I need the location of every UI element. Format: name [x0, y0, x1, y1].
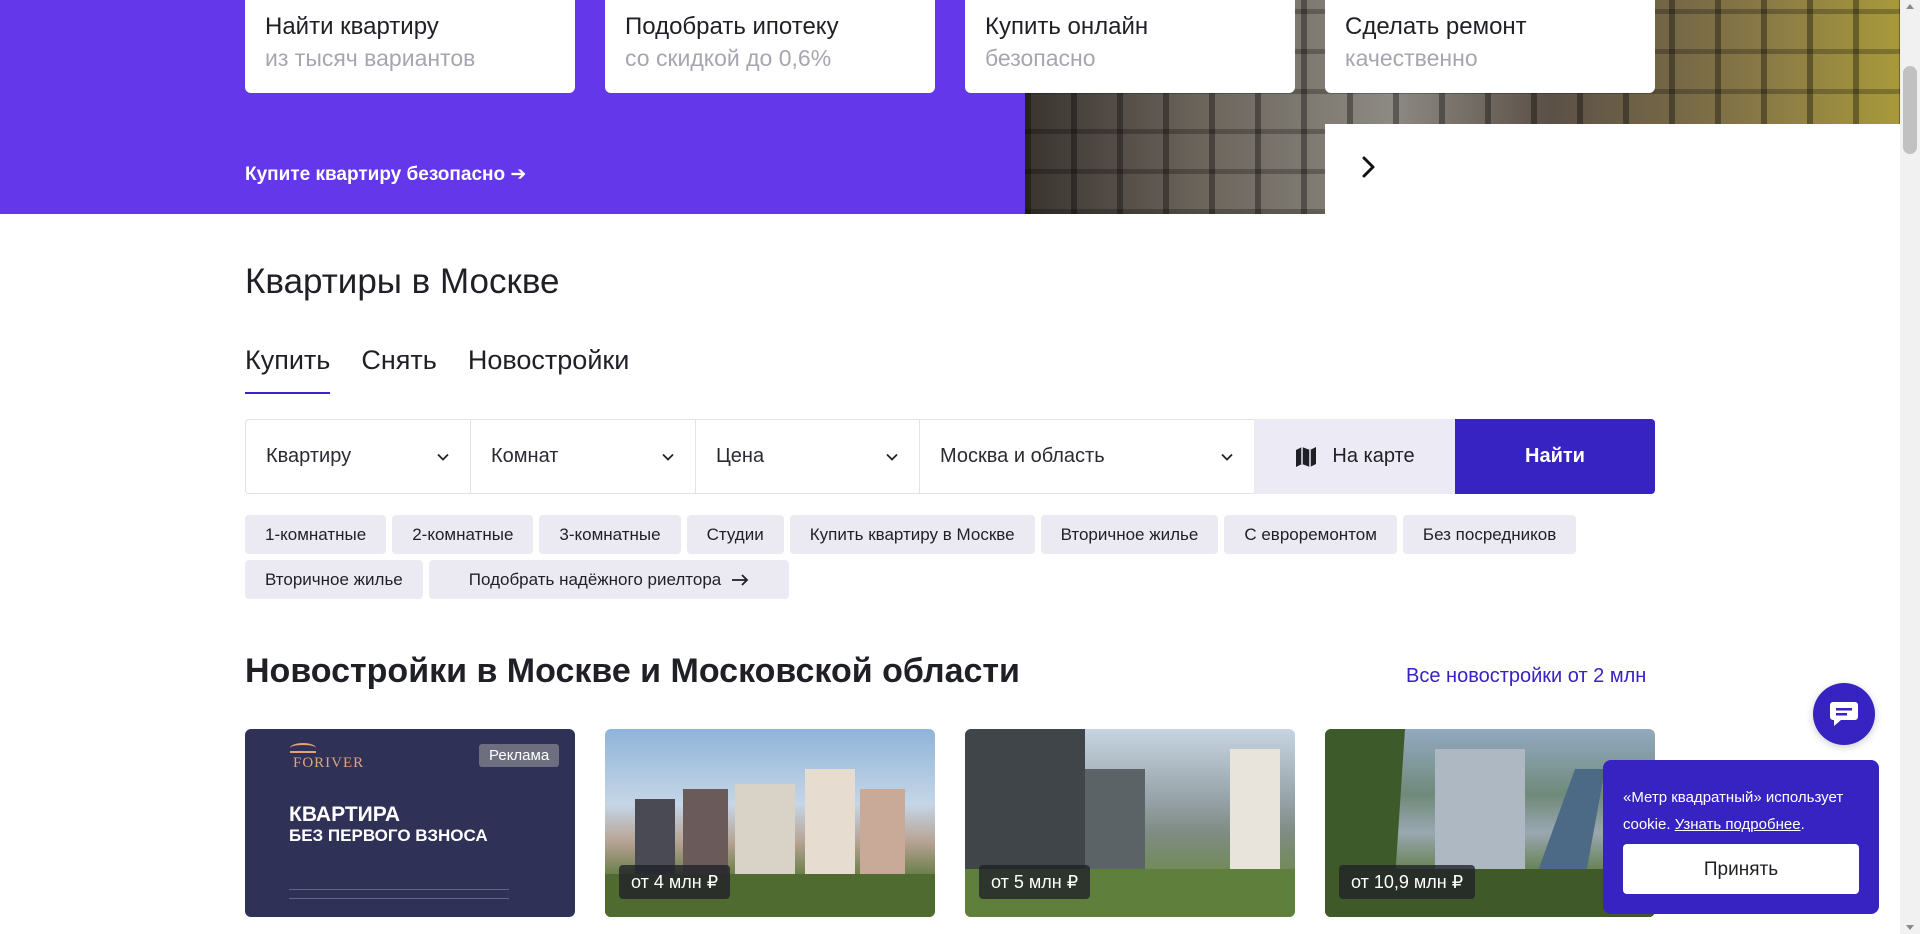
search-bar: Квартиру Комнат Цена Москва и область На…: [245, 419, 1655, 494]
chevron-down-icon: [886, 453, 898, 461]
hero-card-title: Подобрать ипотеку: [625, 13, 839, 40]
buy-safely-link[interactable]: Купите квартиру безопасно ➔: [245, 163, 526, 186]
scroll-down-icon[interactable]: [1906, 925, 1914, 930]
rooms-select[interactable]: Комнат: [470, 419, 695, 494]
hero-card-renovation[interactable]: Сделать ремонт качественно: [1325, 0, 1655, 93]
chip-find-realtor[interactable]: Подобрать надёжного риелтора: [428, 560, 790, 599]
map-icon: [1296, 446, 1317, 467]
hero-card-subtitle: из тысяч вариантов: [265, 45, 476, 71]
chevron-down-icon: [662, 453, 674, 461]
new-buildings-title: Новостройки в Москве и Московской област…: [245, 652, 1020, 690]
region-value: Москва и область: [940, 445, 1105, 467]
property-type-select[interactable]: Квартиру: [245, 419, 470, 494]
complex-card[interactable]: от 4 млн ₽: [605, 729, 935, 917]
hero-card-subtitle: безопасно: [985, 45, 1096, 71]
chip-no-agents[interactable]: Без посредников: [1402, 515, 1577, 554]
foriver-logo: FORIVER: [293, 755, 365, 771]
tab-rent[interactable]: Снять: [361, 345, 436, 394]
chat-icon: [1830, 702, 1858, 726]
hero-slider-nav: [1325, 124, 1900, 214]
hero-banner: Найти квартиру из тысяч вариантов Подобр…: [0, 0, 1900, 214]
chevron-down-icon: [1221, 453, 1233, 461]
ad-badge: Реклама: [479, 744, 560, 767]
tab-new-buildings[interactable]: Новостройки: [468, 345, 629, 394]
rooms-value: Комнат: [491, 445, 559, 467]
chip-find-realtor-label: Подобрать надёжного риелтора: [468, 569, 722, 589]
chip-secondary[interactable]: Вторичное жилье: [1040, 515, 1219, 554]
scrollbar-thumb[interactable]: [1903, 66, 1917, 154]
quick-filter-chips: 1-комнатные 2-комнатные 3-комнатные Студ…: [245, 515, 1665, 599]
price-badge: от 10,9 млн ₽: [1339, 865, 1476, 899]
hero-card-title: Сделать ремонт: [1345, 13, 1527, 40]
hero-card-subtitle: со скидкой до 0,6%: [625, 45, 832, 71]
tab-buy[interactable]: Купить: [245, 345, 331, 394]
price-value: Цена: [716, 445, 765, 467]
chip-studios[interactable]: Студии: [686, 515, 784, 554]
property-type-value: Квартиру: [266, 445, 352, 467]
scroll-up-icon[interactable]: [1906, 4, 1914, 9]
chevron-down-icon: [437, 453, 449, 461]
cookie-accept-button[interactable]: Принять: [1623, 844, 1859, 894]
find-button[interactable]: Найти: [1455, 419, 1655, 494]
hero-card-find-flat[interactable]: Найти квартиру из тысяч вариантов: [245, 0, 575, 93]
ad-subline: БЕЗ ПЕРВОГО ВЗНОСА: [289, 826, 488, 845]
ad-card[interactable]: FORIVER Реклама КВАРТИРА БЕЗ ПЕРВОГО ВЗН…: [245, 729, 575, 917]
deal-type-tabs: Купить Снять Новостройки: [245, 345, 629, 394]
map-button-label: На карте: [1332, 445, 1415, 467]
price-select[interactable]: Цена: [695, 419, 919, 494]
flats-section-title: Квартиры в Москве: [245, 262, 560, 301]
hero-card-buy-online[interactable]: Купить онлайн безопасно: [965, 0, 1295, 93]
page-scrollbar[interactable]: [1900, 0, 1920, 934]
cookie-period: .: [1800, 816, 1805, 833]
chip-2-room[interactable]: 2-комнатные: [392, 515, 534, 554]
complex-card[interactable]: от 5 млн ₽: [965, 729, 1295, 917]
chat-button[interactable]: [1813, 683, 1875, 745]
hero-card-mortgage[interactable]: Подобрать ипотеку со скидкой до 0,6%: [605, 0, 935, 93]
price-badge: от 4 млн ₽: [619, 865, 731, 899]
arrow-right-icon: [732, 573, 749, 586]
cookie-banner: «Метр квадратный» использует cookie. Узн…: [1603, 760, 1879, 914]
new-buildings-cards: FORIVER Реклама КВАРТИРА БЕЗ ПЕРВОГО ВЗН…: [245, 729, 1655, 917]
ad-headline: КВАРТИРА: [289, 803, 401, 826]
chip-buy-in-moscow[interactable]: Купить квартиру в Москве: [789, 515, 1035, 554]
map-button[interactable]: На карте: [1254, 419, 1455, 494]
hero-card-subtitle: качественно: [1345, 45, 1478, 71]
foriver-logo-icon: [290, 743, 316, 753]
cookie-more-link[interactable]: Узнать подробнее: [1675, 816, 1801, 833]
chip-secondary-2[interactable]: Вторичное жилье: [245, 560, 423, 599]
chip-euro-renovation[interactable]: С евроремонтом: [1224, 515, 1397, 554]
all-new-buildings-link[interactable]: Все новостройки от 2 млн: [1406, 665, 1646, 688]
region-select[interactable]: Москва и область: [919, 419, 1254, 494]
chip-1-room[interactable]: 1-комнатные: [245, 515, 387, 554]
ad-fine-print: [289, 889, 509, 899]
hero-card-title: Купить онлайн: [985, 13, 1149, 40]
price-badge: от 5 млн ₽: [979, 865, 1091, 899]
chip-3-room[interactable]: 3-комнатные: [539, 515, 681, 554]
hero-card-title: Найти квартиру: [265, 13, 439, 40]
chevron-right-icon[interactable]: [1352, 150, 1386, 184]
